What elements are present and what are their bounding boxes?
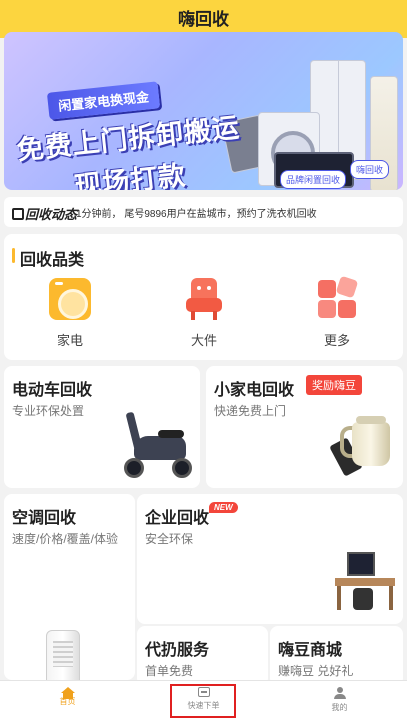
user-icon: [333, 687, 347, 699]
tab-mine[interactable]: 我的: [272, 681, 407, 720]
aircon-recycle-card[interactable]: 空调回收 速度/价格/覆盖/体验: [4, 494, 135, 680]
category-label: 家电: [56, 333, 83, 348]
banner-tag-brand: 品牌闲置回收: [280, 170, 347, 189]
disposal-service-card[interactable]: 代扔服务 首单免费: [137, 626, 268, 686]
home-icon: [60, 687, 75, 699]
points-mall-card[interactable]: 嗨豆商城 赚嗨豆 兑好礼: [270, 626, 403, 686]
tab-home[interactable]: 首页: [0, 681, 135, 720]
corporate-recycle-card[interactable]: 企业回收 NEW 安全环保: [137, 494, 403, 624]
category-section-title: 回收品类: [12, 246, 84, 270]
news-logo-icon: [12, 208, 24, 220]
card-title: 企业回收: [145, 510, 210, 527]
office-desk-image: [333, 542, 397, 614]
quick-order-highlight: [170, 684, 236, 718]
kettle-image: [329, 410, 396, 477]
card-title: 电动车回收: [12, 382, 93, 399]
card-title: 空调回收: [12, 510, 77, 527]
scooter-image: [124, 411, 194, 482]
news-logo-text: 回收动态: [25, 207, 78, 222]
category-large-items[interactable]: 大件: [164, 278, 244, 349]
category-label: 更多: [323, 333, 350, 348]
card-subtitle: 赚嗨豆 兑好礼: [278, 664, 354, 678]
armchair-icon: [183, 278, 225, 320]
reward-badge: 奖励嗨豆: [306, 375, 362, 395]
card-subtitle: 安全环保: [145, 532, 194, 546]
card-subtitle: 快递免费上门: [214, 404, 287, 418]
card-subtitle: 专业环保处置: [12, 404, 85, 418]
category-appliance[interactable]: 家电: [30, 278, 110, 349]
ev-recycle-card[interactable]: 电动车回收 专业环保处置: [4, 366, 200, 488]
new-badge: NEW: [209, 502, 238, 513]
card-title: 小家电回收: [214, 382, 295, 399]
category-more[interactable]: 更多: [297, 275, 377, 349]
more-grid-icon: [316, 275, 359, 320]
card-title: 代扔服务: [145, 642, 210, 659]
recycle-news-ticker[interactable]: 回收动态 1分钟前， 尾号9896用户在盐城市，预约了洗衣机回收: [4, 197, 403, 227]
small-appliance-card[interactable]: 小家电回收 奖励嗨豆 快递免费上门: [206, 366, 403, 488]
category-section: 回收品类 家电 大件 更多: [4, 234, 403, 360]
news-text: 1分钟前， 尾号9896用户在盐城市，预约了洗衣机回收: [76, 209, 317, 220]
banner-tag-app: 嗨回收: [350, 160, 390, 179]
card-title: 嗨豆商城: [278, 642, 343, 659]
card-subtitle: 首单免费: [145, 664, 194, 678]
tab-label: 我的: [331, 703, 348, 712]
washer-icon: [49, 278, 91, 320]
news-logo: 回收动态: [12, 204, 77, 223]
card-subtitle: 速度/价格/覆盖/体验: [12, 532, 119, 546]
category-label: 大件: [190, 333, 217, 348]
banner-pill: 闲置家电换现金: [46, 81, 161, 120]
aircon-image: [46, 630, 80, 680]
promo-banner[interactable]: 闲置家电换现金 免费上门拆卸搬运 现场打款 品牌闲置回收 嗨回收: [4, 32, 403, 190]
